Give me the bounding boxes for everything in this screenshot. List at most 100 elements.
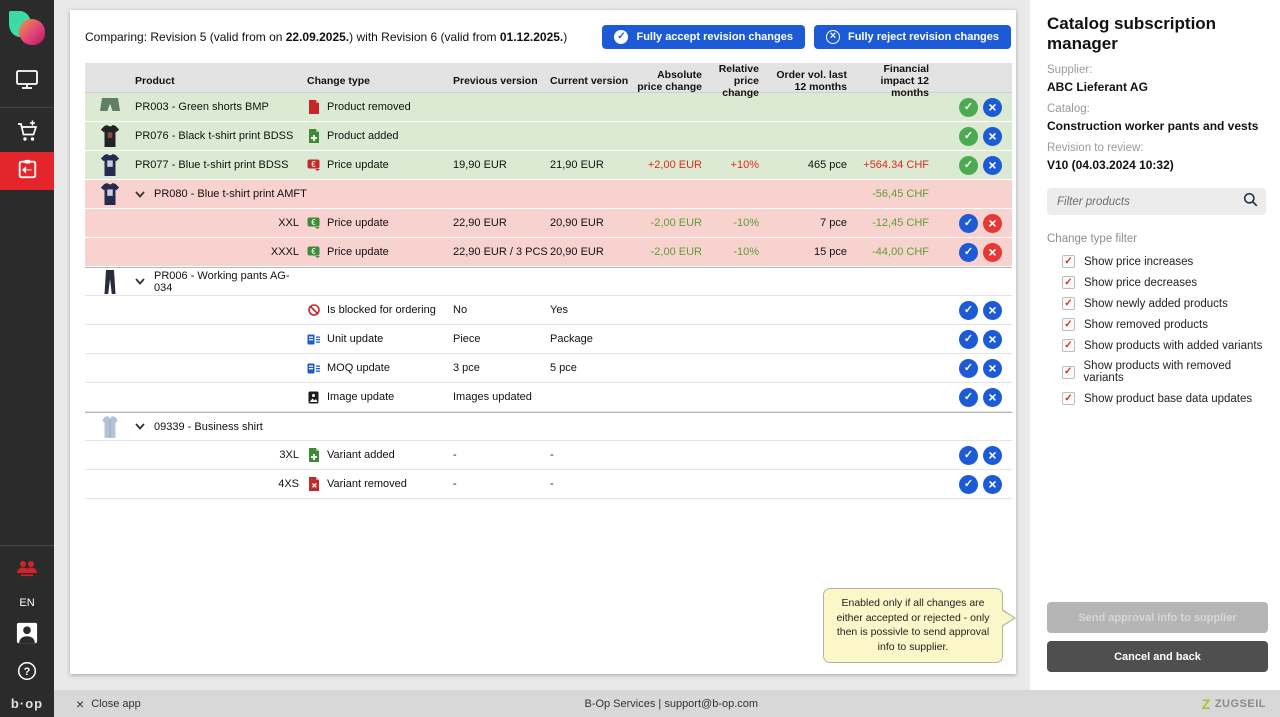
filter-show-removed-products[interactable]: ✓Show removed products — [1062, 318, 1266, 331]
supplier-label: Supplier: — [1047, 64, 1266, 76]
previous-version-value: 19,90 EUR — [453, 151, 550, 179]
col-previous-version: Previous version — [453, 63, 550, 99]
reject-change-button[interactable]: × — [983, 359, 1002, 378]
filter-show-products-added-variants[interactable]: ✓Show products with added variants — [1062, 339, 1266, 352]
reject-change-button[interactable]: × — [983, 127, 1002, 146]
change-type-label: Price update — [327, 246, 389, 258]
accept-check-icon: ✓ — [614, 30, 628, 44]
revision-value: V10 (04.03.2024 10:32) — [1047, 158, 1266, 172]
change-type-label: Product added — [327, 130, 399, 142]
chevron-down-icon[interactable] — [135, 191, 145, 198]
product-image — [85, 268, 135, 295]
col-financial-impact: Financial impact 12 months — [853, 63, 935, 99]
close-icon: × — [76, 697, 84, 711]
fully-accept-button[interactable]: ✓ Fully accept revision changes — [602, 25, 805, 49]
checkbox-checked-icon[interactable]: ✓ — [1062, 255, 1075, 268]
reject-change-button[interactable]: × — [983, 330, 1002, 349]
col-absolute-price-change: Absolute price change — [637, 63, 708, 99]
current-version-value: Package — [550, 325, 637, 353]
reject-change-button[interactable]: × — [983, 301, 1002, 320]
unit-update-icon — [307, 332, 320, 346]
variant-added-icon — [307, 448, 320, 462]
close-app-button[interactable]: × Close app — [76, 697, 141, 711]
filter-products-input[interactable] — [1057, 196, 1243, 208]
checkbox-checked-icon[interactable]: ✓ — [1062, 339, 1075, 352]
table-row: PR076 - Black t-shirt print BDSS Product… — [85, 122, 1012, 151]
accept-change-button[interactable]: ✓ — [959, 156, 978, 175]
filter-show-price-decreases[interactable]: ✓Show price decreases — [1062, 276, 1266, 289]
previous-version-value: - — [453, 441, 550, 469]
filter-show-product-base-data-updates[interactable]: ✓Show product base data updates — [1062, 392, 1266, 405]
accept-change-button[interactable]: ✓ — [959, 388, 978, 407]
accept-change-button[interactable]: ✓ — [959, 330, 978, 349]
current-version-value: 21,90 EUR — [550, 151, 637, 179]
fully-reject-button[interactable]: × Fully reject revision changes — [814, 25, 1011, 49]
price-decrease-icon: € — [307, 216, 320, 230]
change-type-label: Variant added — [327, 449, 395, 461]
product-name: PR003 - Green shorts BMP — [135, 93, 307, 121]
accept-change-button[interactable]: ✓ — [959, 301, 978, 320]
accept-change-button[interactable]: ✓ — [959, 446, 978, 465]
language-selector[interactable]: EN — [19, 597, 34, 609]
send-approval-button[interactable]: Send approval info to supplier — [1047, 602, 1268, 633]
filter-show-products-removed-variants[interactable]: ✓Show products with removed variants — [1062, 360, 1266, 384]
relative-price-change-value: -10% — [708, 209, 765, 237]
accept-change-button[interactable]: ✓ — [959, 127, 978, 146]
sidebar-item-users[interactable] — [0, 552, 54, 590]
send-approval-tooltip: Enabled only if all changes are either a… — [823, 588, 1003, 663]
accept-change-button[interactable]: ✓ — [959, 359, 978, 378]
checkbox-checked-icon[interactable]: ✓ — [1062, 392, 1075, 405]
chevron-down-icon[interactable] — [135, 423, 145, 430]
reject-change-button[interactable]: × — [983, 156, 1002, 175]
reject-change-button[interactable]: × — [983, 243, 1002, 262]
sidebar-item-profile[interactable] — [0, 616, 54, 654]
clipboard-arrow-icon — [16, 158, 38, 185]
sidebar-item-help[interactable]: ? — [0, 654, 54, 692]
checkbox-checked-icon[interactable]: ✓ — [1062, 366, 1075, 379]
change-type-label: MOQ update — [327, 362, 390, 374]
svg-text:€: € — [311, 160, 316, 169]
price-increase-icon: € — [307, 158, 320, 172]
filter-show-price-increases[interactable]: ✓Show price increases — [1062, 255, 1266, 268]
sidebar-item-catalog-import-active[interactable] — [0, 152, 54, 190]
variant-name: XXXL — [135, 238, 307, 266]
filter-products-box — [1047, 188, 1266, 215]
reject-change-button[interactable]: × — [983, 475, 1002, 494]
checkbox-checked-icon[interactable]: ✓ — [1062, 318, 1075, 331]
checkbox-checked-icon[interactable]: ✓ — [1062, 297, 1075, 310]
product-name: PR076 - Black t-shirt print BDSS — [135, 122, 307, 150]
cancel-and-back-button[interactable]: Cancel and back — [1047, 641, 1268, 672]
financial-impact-value: -44,00 CHF — [853, 238, 935, 266]
absolute-price-change-value: -2,00 EUR — [637, 209, 708, 237]
sidebar-item-monitor[interactable] — [0, 63, 54, 101]
reject-change-button[interactable]: × — [983, 388, 1002, 407]
catalog-subscription-panel: Catalog subscription manager Supplier: A… — [1030, 0, 1280, 690]
svg-text:?: ? — [24, 666, 31, 678]
checkbox-checked-icon[interactable]: ✓ — [1062, 276, 1075, 289]
table-row: PR077 - Blue t-shirt print BDSS €Price u… — [85, 151, 1012, 180]
accept-change-button[interactable]: ✓ — [959, 98, 978, 117]
search-icon[interactable] — [1243, 192, 1258, 212]
change-type-label: Variant removed — [327, 478, 407, 490]
previous-version-value: 22,90 EUR — [453, 209, 550, 237]
reject-change-button[interactable]: × — [983, 98, 1002, 117]
product-group-row: PR080 - Blue t-shirt print AMFT -56,45 C… — [85, 180, 1012, 209]
filter-show-newly-added-products[interactable]: ✓Show newly added products — [1062, 297, 1266, 310]
product-group-row: 09339 - Business shirt — [85, 412, 1012, 441]
accept-change-button[interactable]: ✓ — [959, 243, 978, 262]
app-logo — [7, 9, 47, 49]
absolute-price-change-value: -2,00 EUR — [637, 238, 708, 266]
supplier-value: ABC Lieferant AG — [1047, 80, 1266, 94]
accept-change-button[interactable]: ✓ — [959, 475, 978, 494]
product-image — [85, 151, 135, 179]
accept-change-button[interactable]: ✓ — [959, 214, 978, 233]
chevron-down-icon[interactable] — [135, 278, 145, 285]
left-sidebar: EN ? b·op — [0, 0, 54, 717]
current-version-value: - — [550, 441, 637, 469]
reject-change-button[interactable]: × — [983, 214, 1002, 233]
compare-bar: Comparing: Revision 5 (valid from on 22.… — [70, 10, 1016, 63]
svg-text:€: € — [311, 247, 316, 256]
reject-change-button[interactable]: × — [983, 446, 1002, 465]
sidebar-item-cart[interactable] — [0, 114, 54, 152]
product-image — [85, 93, 135, 121]
